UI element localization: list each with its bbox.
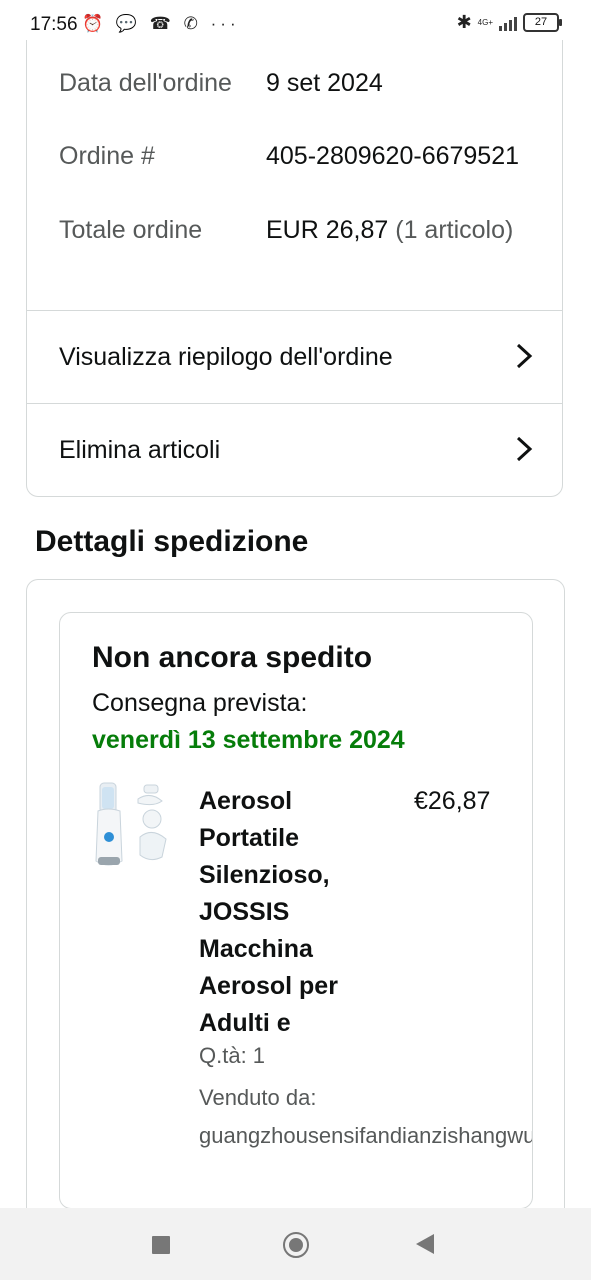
back-icon[interactable] [416, 1234, 434, 1254]
product-image[interactable] [94, 781, 176, 877]
order-total-amount: EUR 26,87 [266, 216, 389, 244]
order-date-value: 9 set 2024 [266, 69, 383, 97]
order-info-card: Data dell'ordine 9 set 2024 Ordine # 405… [26, 40, 563, 497]
view-order-summary-label: Visualizza riepilogo dell'ordine [59, 342, 393, 371]
product-title-link[interactable]: Aerosol Portatile Silenzioso, JOSSIS Mac… [199, 783, 399, 1042]
expected-delivery-label: Consegna prevista: [92, 689, 308, 717]
recent-apps-icon[interactable] [152, 1236, 170, 1254]
seller-name: guangzhousensifandianzishangwuyo [199, 1123, 533, 1148]
product-quantity: Q.tà: 1 [199, 1043, 266, 1068]
battery-icon: 27 [523, 13, 562, 32]
status-time: 17:56 [30, 14, 78, 35]
shipment-box: Non ancora spedito Consegna prevista: ve… [59, 612, 533, 1209]
home-icon[interactable] [283, 1232, 309, 1258]
delete-items-label: Elimina articoli [59, 435, 221, 464]
delete-items-link[interactable]: Elimina articoli [27, 404, 562, 496]
product-price: €26,87 [414, 787, 491, 815]
navigation-bar [0, 1208, 591, 1280]
order-number-label: Ordine # [59, 142, 155, 170]
chevron-right-icon [516, 436, 533, 462]
order-total-label: Totale ordine [59, 216, 203, 244]
view-order-summary-link[interactable]: Visualizza riepilogo dell'ordine [27, 311, 562, 403]
signal-icon [499, 15, 517, 31]
order-total-value: EUR 26,87 (1 articolo) [266, 212, 538, 249]
shipping-details-title: Dettagli spedizione [35, 525, 309, 558]
order-number-value: 405-2809620-6679521 [266, 142, 520, 170]
network-type: 4G+ [477, 17, 493, 27]
bluetooth-icon: ✱ [456, 12, 472, 32]
chevron-right-icon [516, 343, 533, 369]
notification-icons: ⏰ 💬 ☎ ✆ ··· [82, 14, 240, 33]
sold-by-label: Venduto da: [199, 1085, 317, 1110]
order-item-count: (1 articolo) [395, 216, 514, 244]
shipment-card: Non ancora spedito Consegna prevista: ve… [26, 579, 565, 1239]
status-indicators: ✱ 4G+ 27 [456, 12, 562, 33]
order-date-label: Data dell'ordine [59, 69, 232, 97]
shipment-status: Non ancora spedito [92, 641, 373, 674]
expected-delivery-date: venerdì 13 settembre 2024 [92, 726, 405, 754]
